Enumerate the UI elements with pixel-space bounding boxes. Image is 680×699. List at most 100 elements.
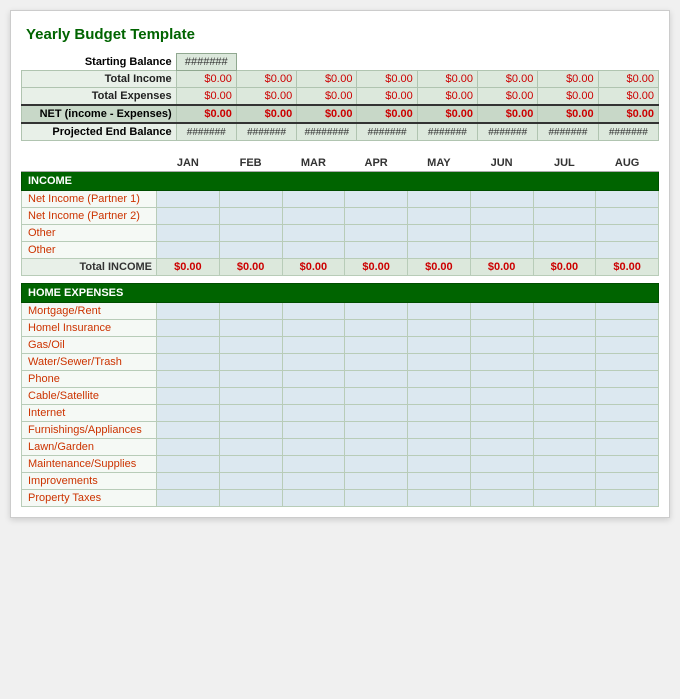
data-cell-1-9-6[interactable] xyxy=(533,456,596,473)
data-cell-1-5-3[interactable] xyxy=(345,388,408,405)
total-income-apr[interactable]: $0.00 xyxy=(357,71,417,88)
data-cell-1-1-7[interactable] xyxy=(596,320,659,337)
data-cell-1-8-3[interactable] xyxy=(345,439,408,456)
data-cell-0-3-5[interactable] xyxy=(470,242,533,259)
total-value-0-7[interactable]: $0.00 xyxy=(596,259,659,276)
data-cell-0-2-1[interactable] xyxy=(219,225,282,242)
data-cell-1-4-0[interactable] xyxy=(157,371,220,388)
data-cell-1-11-6[interactable] xyxy=(533,490,596,507)
data-cell-1-7-1[interactable] xyxy=(219,422,282,439)
data-cell-1-2-5[interactable] xyxy=(470,337,533,354)
total-expenses-feb[interactable]: $0.00 xyxy=(236,88,296,106)
data-cell-0-3-2[interactable] xyxy=(282,242,345,259)
data-cell-1-5-0[interactable] xyxy=(157,388,220,405)
total-income-may[interactable]: $0.00 xyxy=(417,71,477,88)
data-cell-1-10-7[interactable] xyxy=(596,473,659,490)
total-value-0-3[interactable]: $0.00 xyxy=(345,259,408,276)
data-cell-0-3-6[interactable] xyxy=(533,242,596,259)
data-cell-1-11-0[interactable] xyxy=(157,490,220,507)
net-may[interactable]: $0.00 xyxy=(417,105,477,123)
data-cell-1-9-1[interactable] xyxy=(219,456,282,473)
proj-may[interactable]: ####### xyxy=(417,123,477,141)
data-cell-1-7-4[interactable] xyxy=(408,422,471,439)
data-cell-0-3-3[interactable] xyxy=(345,242,408,259)
data-cell-1-8-5[interactable] xyxy=(470,439,533,456)
data-cell-1-0-1[interactable] xyxy=(219,303,282,320)
data-cell-0-2-3[interactable] xyxy=(345,225,408,242)
data-cell-1-10-3[interactable] xyxy=(345,473,408,490)
total-expenses-mar[interactable]: $0.00 xyxy=(297,88,357,106)
data-cell-1-3-4[interactable] xyxy=(408,354,471,371)
net-apr[interactable]: $0.00 xyxy=(357,105,417,123)
data-cell-1-4-6[interactable] xyxy=(533,371,596,388)
data-cell-1-0-3[interactable] xyxy=(345,303,408,320)
total-value-0-1[interactable]: $0.00 xyxy=(219,259,282,276)
data-cell-1-11-5[interactable] xyxy=(470,490,533,507)
data-cell-0-0-3[interactable] xyxy=(345,191,408,208)
net-feb[interactable]: $0.00 xyxy=(236,105,296,123)
data-cell-0-1-3[interactable] xyxy=(345,208,408,225)
data-cell-1-1-5[interactable] xyxy=(470,320,533,337)
data-cell-0-3-1[interactable] xyxy=(219,242,282,259)
data-cell-1-4-7[interactable] xyxy=(596,371,659,388)
total-income-feb[interactable]: $0.00 xyxy=(236,71,296,88)
data-cell-0-0-4[interactable] xyxy=(408,191,471,208)
total-expenses-jan[interactable]: $0.00 xyxy=(176,88,236,106)
data-cell-1-10-6[interactable] xyxy=(533,473,596,490)
data-cell-1-3-7[interactable] xyxy=(596,354,659,371)
data-cell-1-4-4[interactable] xyxy=(408,371,471,388)
data-cell-1-6-5[interactable] xyxy=(470,405,533,422)
data-cell-1-2-2[interactable] xyxy=(282,337,345,354)
data-cell-1-8-2[interactable] xyxy=(282,439,345,456)
data-cell-0-2-4[interactable] xyxy=(408,225,471,242)
data-cell-0-0-6[interactable] xyxy=(533,191,596,208)
data-cell-0-1-4[interactable] xyxy=(408,208,471,225)
data-cell-1-3-5[interactable] xyxy=(470,354,533,371)
data-cell-1-9-3[interactable] xyxy=(345,456,408,473)
data-cell-1-8-1[interactable] xyxy=(219,439,282,456)
data-cell-1-6-4[interactable] xyxy=(408,405,471,422)
data-cell-1-1-4[interactable] xyxy=(408,320,471,337)
data-cell-0-0-5[interactable] xyxy=(470,191,533,208)
data-cell-1-8-7[interactable] xyxy=(596,439,659,456)
data-cell-1-0-6[interactable] xyxy=(533,303,596,320)
data-cell-0-0-7[interactable] xyxy=(596,191,659,208)
data-cell-1-5-5[interactable] xyxy=(470,388,533,405)
net-jul[interactable]: $0.00 xyxy=(538,105,598,123)
data-cell-0-2-6[interactable] xyxy=(533,225,596,242)
total-expenses-may[interactable]: $0.00 xyxy=(417,88,477,106)
starting-balance-value[interactable]: ####### xyxy=(176,54,236,71)
data-cell-0-1-5[interactable] xyxy=(470,208,533,225)
data-cell-1-8-4[interactable] xyxy=(408,439,471,456)
total-value-0-2[interactable]: $0.00 xyxy=(282,259,345,276)
total-income-mar[interactable]: $0.00 xyxy=(297,71,357,88)
data-cell-1-5-1[interactable] xyxy=(219,388,282,405)
data-cell-1-3-2[interactable] xyxy=(282,354,345,371)
proj-feb[interactable]: ####### xyxy=(236,123,296,141)
data-cell-1-0-4[interactable] xyxy=(408,303,471,320)
data-cell-1-4-2[interactable] xyxy=(282,371,345,388)
total-income-jan[interactable]: $0.00 xyxy=(176,71,236,88)
data-cell-1-1-6[interactable] xyxy=(533,320,596,337)
data-cell-0-3-4[interactable] xyxy=(408,242,471,259)
data-cell-1-9-4[interactable] xyxy=(408,456,471,473)
total-income-jul[interactable]: $0.00 xyxy=(538,71,598,88)
data-cell-1-7-2[interactable] xyxy=(282,422,345,439)
net-mar[interactable]: $0.00 xyxy=(297,105,357,123)
data-cell-0-0-0[interactable] xyxy=(157,191,220,208)
data-cell-1-7-3[interactable] xyxy=(345,422,408,439)
data-cell-1-5-6[interactable] xyxy=(533,388,596,405)
data-cell-1-6-2[interactable] xyxy=(282,405,345,422)
data-cell-1-10-4[interactable] xyxy=(408,473,471,490)
data-cell-1-6-6[interactable] xyxy=(533,405,596,422)
data-cell-1-4-5[interactable] xyxy=(470,371,533,388)
data-cell-0-1-2[interactable] xyxy=(282,208,345,225)
data-cell-1-8-0[interactable] xyxy=(157,439,220,456)
total-value-0-4[interactable]: $0.00 xyxy=(408,259,471,276)
data-cell-1-11-2[interactable] xyxy=(282,490,345,507)
data-cell-1-9-0[interactable] xyxy=(157,456,220,473)
data-cell-0-0-2[interactable] xyxy=(282,191,345,208)
data-cell-0-1-1[interactable] xyxy=(219,208,282,225)
data-cell-0-1-0[interactable] xyxy=(157,208,220,225)
proj-jul[interactable]: ####### xyxy=(538,123,598,141)
